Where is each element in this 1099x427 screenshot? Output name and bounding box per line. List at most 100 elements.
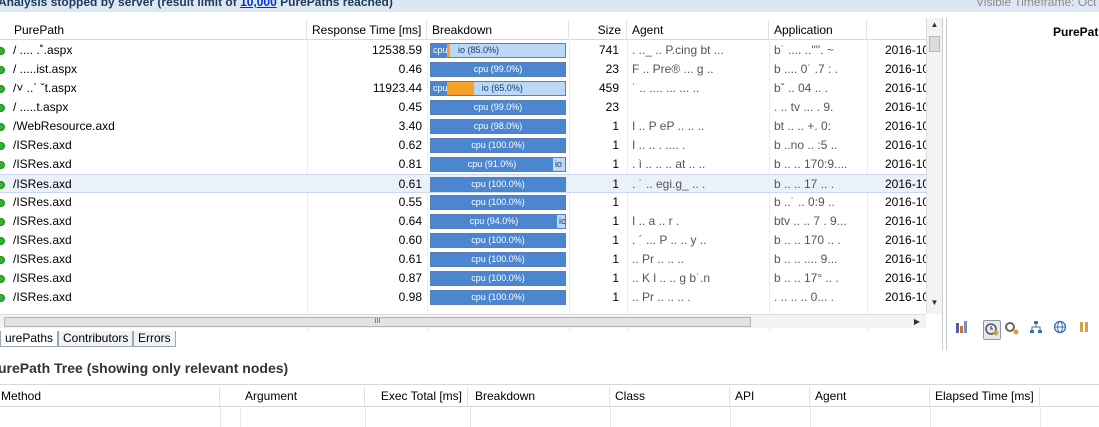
tree-column-exec-total[interactable]: Exec Total [ms] xyxy=(365,387,468,406)
cell-response-time: 0.61 xyxy=(398,177,422,191)
tree-column-method[interactable]: Method xyxy=(0,387,220,406)
gears-icon[interactable] xyxy=(1003,320,1021,340)
table-row[interactable]: /ISRes.axd 0.61 1 .. Pr .. .. .. b .. .. ...… xyxy=(0,250,926,269)
table-row[interactable]: /ISRes.axd 0.98 1 .. Pr .. .. .. . . .. .. .… xyxy=(0,288,926,307)
table-row[interactable]: / .....ist.aspx 0.46 23 F .. Pre® ... g .. b… xyxy=(0,60,926,79)
purepath-tree-title: urePath Tree (showing only relevant node… xyxy=(0,360,289,376)
chart-icon[interactable] xyxy=(953,320,971,340)
table-row[interactable]: / .....t.aspx 0.45 23 . .. tv ... . 9. 2016-… xyxy=(0,98,926,117)
table-row[interactable]: /ISRes.axd 0.60 1 . ´ ... P .. .. y .. b .. … xyxy=(0,231,926,250)
cell-size: 1 xyxy=(612,119,619,133)
cell-size: 1 xyxy=(612,177,619,191)
status-ok-icon xyxy=(0,218,5,226)
cell-size: 1 xyxy=(612,233,619,247)
tab-errors[interactable]: Errors xyxy=(133,331,176,347)
purepaths-table-body: / .... .˚.aspx 12538.59 741 . .._ .. P.cing… xyxy=(0,41,926,331)
cell-application: bt .. .. +. 0: xyxy=(774,119,832,133)
breakdown-io-label: io (85.0%) xyxy=(458,45,500,55)
tree-column-agent[interactable]: Agent xyxy=(810,387,930,406)
breakdown-bar: cpu (100.0%) xyxy=(430,290,566,305)
table-row[interactable]: /ISRes.axd 0.87 1 .. K l .. .. g b˙.n b .. .… xyxy=(0,269,926,288)
cell-purepath: /˅ ..´ ˇt.aspx xyxy=(13,81,77,95)
cell-size: 1 xyxy=(612,157,619,171)
tree-column-argument[interactable]: Argument xyxy=(240,387,365,406)
analysis-status-text: Analysis stopped by server (result limit… xyxy=(0,0,393,9)
table-vertical-scrollbar[interactable]: ▲ ▼ xyxy=(926,18,942,314)
pause-icon[interactable] xyxy=(1075,320,1093,340)
breakdown-cpu-label: cpu xyxy=(433,45,448,55)
cell-agent: . ˙ .. egi.g_ .. . xyxy=(632,177,706,191)
cell-application: b .. .. 17° .. . xyxy=(774,271,839,285)
tree-icon[interactable] xyxy=(1027,320,1045,340)
scroll-down-icon[interactable]: ▼ xyxy=(927,296,942,310)
breakdown-cpu-label: cpu (100.0%) xyxy=(471,197,525,207)
column-header-breakdown[interactable]: Breakdown xyxy=(427,20,569,40)
breakdown-cpu-label: cpu (100.0%) xyxy=(471,273,525,283)
tab-contributors[interactable]: Contributors xyxy=(58,331,134,347)
table-row[interactable]: /ISRes.axd 0.81 1 . ì .. .. .. at .. .. b ..… xyxy=(0,155,926,174)
clock-gear-icon[interactable] xyxy=(983,320,1001,340)
cell-agent xyxy=(627,98,769,117)
scroll-right-icon[interactable]: ▶ xyxy=(914,315,920,329)
cell-start-time: 2016-10 xyxy=(885,138,926,152)
cell-response-time: 0.60 xyxy=(398,233,422,247)
table-row[interactable]: /ISRes.axd 0.61 1 . ˙ .. egi.g_ .. . b .. ..… xyxy=(0,174,926,193)
cell-size: 1 xyxy=(612,252,619,266)
cell-agent: I .. a .. r . xyxy=(632,214,680,228)
vertical-scroll-thumb[interactable] xyxy=(929,36,940,52)
tree-column-class[interactable]: Class xyxy=(610,387,730,406)
purepath-tree-table-header: Method Argument Exec Total [ms] Breakdow… xyxy=(0,384,1099,407)
table-row[interactable]: / .... .˚.aspx 12538.59 741 . .._ .. P.cing… xyxy=(0,41,926,60)
column-header-size[interactable]: Size xyxy=(569,20,627,40)
cell-response-time: 0.62 xyxy=(398,138,422,152)
column-header-response-time[interactable]: Response Time [ms] xyxy=(307,20,427,40)
cell-application: b .. .. 170 .. . xyxy=(774,233,841,247)
breakdown-io-label: io (65.0%) xyxy=(481,83,523,93)
column-header-agent[interactable]: Agent xyxy=(627,20,769,40)
cell-purepath: /ISRes.axd xyxy=(13,252,72,266)
cell-size: 459 xyxy=(598,81,619,95)
status-ok-icon xyxy=(0,66,5,74)
tree-column-elapsed-time[interactable]: Elapsed Time [ms] xyxy=(930,387,1040,406)
cell-size: 1 xyxy=(612,195,619,209)
breakdown-bar: cpu (100.0%) xyxy=(430,138,566,153)
status-ok-icon xyxy=(0,181,5,189)
scroll-up-icon[interactable]: ▲ xyxy=(927,18,942,32)
column-header-purepath[interactable]: PurePath xyxy=(0,20,307,40)
table-row[interactable]: /WebResource.axd 3.40 1 I .. P eP .. .. .. b… xyxy=(0,117,926,136)
tree-column-breakdown[interactable]: Breakdown xyxy=(470,387,610,406)
breakdown-cpu-label: cpu xyxy=(433,83,448,93)
horizontal-scroll-thumb[interactable]: III xyxy=(4,317,751,327)
cell-purepath: /ISRes.axd xyxy=(13,177,72,191)
cell-start-time: 2016-10 xyxy=(885,177,926,191)
tree-column-api[interactable]: API xyxy=(730,387,810,406)
breakdown-cpu-label: cpu (99.0%) xyxy=(473,102,523,112)
cell-application: b .... 0˙ .7 : . xyxy=(774,62,839,76)
table-row[interactable]: /ISRes.axd 0.55 1 b ..˙ .. 0:9 .. 2016-10 cpu… xyxy=(0,193,926,212)
globe-icon[interactable] xyxy=(1051,320,1069,340)
cell-application: bˇ .. 04 .. . xyxy=(774,81,829,95)
cell-purepath: /ISRes.axd xyxy=(13,157,72,171)
breakdown-cpu-label: cpu (94.0%) xyxy=(469,216,519,226)
breakdown-cpu-label: cpu (100.0%) xyxy=(471,179,525,189)
table-horizontal-scrollbar[interactable]: III ▶ xyxy=(0,314,926,328)
cell-response-time: 0.87 xyxy=(398,271,422,285)
breakdown-wait-segment xyxy=(447,82,474,95)
table-row[interactable]: /ISRes.axd 0.62 1 I .. .. . .... . b ..no ..… xyxy=(0,136,926,155)
column-header-application[interactable]: Application xyxy=(769,20,867,40)
status-ok-icon xyxy=(0,275,5,283)
breakdown-io-label: io xyxy=(558,216,566,226)
cell-purepath: /ISRes.axd xyxy=(13,233,72,247)
column-header-start-time[interactable] xyxy=(867,20,926,40)
purepaths-pane: PurePath Response Time [ms] Breakdown Si… xyxy=(0,18,943,350)
table-row[interactable]: /˅ ..´ ˇt.aspx 11923.44 459 ˙ .. .... ... .… xyxy=(0,79,926,98)
cell-agent: ˙ .. .... ... ... .. xyxy=(632,81,700,95)
tab-purepaths[interactable]: urePaths xyxy=(0,331,59,347)
result-limit-link[interactable]: 10,000 xyxy=(240,0,277,9)
cell-start-time: 2016-10 xyxy=(885,62,926,76)
cell-response-time: 0.81 xyxy=(398,157,422,171)
status-ok-icon xyxy=(0,104,5,112)
cell-application: b ..no .. :5 .. xyxy=(774,138,838,152)
cell-application: b .. .. .... 9... xyxy=(774,252,838,266)
table-row[interactable]: /ISRes.axd 0.64 1 I .. a .. r . btv .. .. 7 … xyxy=(0,212,926,231)
